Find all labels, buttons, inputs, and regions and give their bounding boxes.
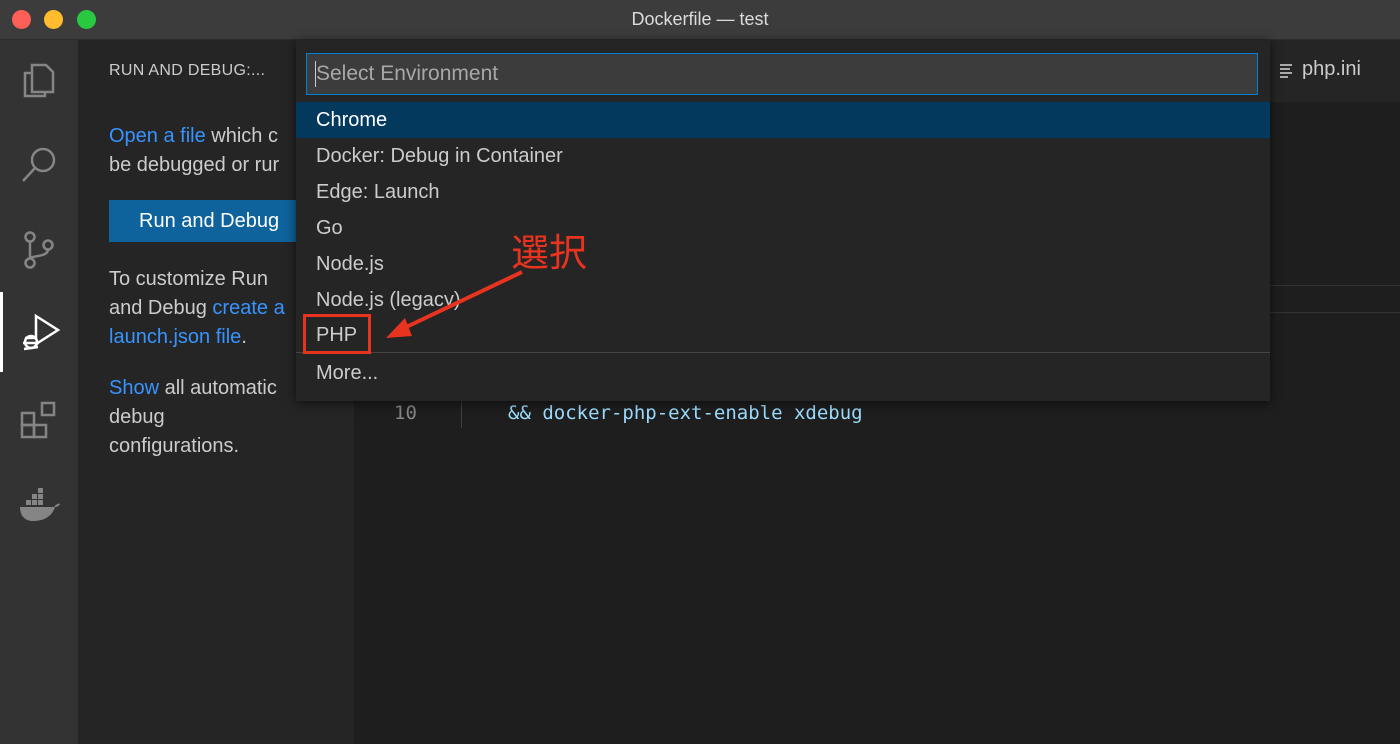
quick-pick-item-php[interactable]: PHP bbox=[296, 317, 1270, 353]
show-configs-line2: debug bbox=[109, 406, 165, 428]
title-bar: Dockerfile — test bbox=[0, 0, 1400, 40]
lines-icon bbox=[1280, 63, 1292, 78]
activity-explorer[interactable] bbox=[0, 40, 78, 120]
launch-json-link[interactable]: launch.json file bbox=[109, 326, 241, 348]
sidebar-title: RUN AND DEBUG:... bbox=[109, 62, 266, 79]
show-link[interactable]: Show bbox=[109, 377, 159, 399]
search-icon bbox=[22, 147, 56, 182]
window-title: Dockerfile — test bbox=[631, 9, 769, 29]
tab-php-ini[interactable]: php.ini bbox=[1278, 58, 1361, 81]
customize-prefix: and Debug bbox=[109, 297, 213, 319]
quick-pick-item-edge[interactable]: Edge: Launch bbox=[296, 174, 1270, 210]
annotation-highlight-box bbox=[303, 314, 371, 354]
run-debug-icon bbox=[22, 313, 60, 351]
line-number: 10 bbox=[394, 402, 417, 424]
activity-source-control[interactable] bbox=[0, 210, 78, 290]
show-text-rest: all automatic bbox=[159, 377, 277, 399]
activity-run-debug[interactable] bbox=[0, 292, 78, 372]
quick-pick-item-docker[interactable]: Docker: Debug in Container bbox=[296, 138, 1270, 174]
quick-pick-separator bbox=[296, 352, 1270, 353]
activity-docker[interactable] bbox=[0, 465, 78, 545]
select-environment-quick-pick: Chrome Docker: Debug in Container Edge: … bbox=[296, 40, 1270, 401]
create-launch-link[interactable]: create a bbox=[212, 297, 284, 319]
docker-icon bbox=[20, 488, 60, 521]
tab-label: php.ini bbox=[1302, 58, 1361, 80]
environment-search-input[interactable] bbox=[306, 53, 1258, 95]
text-cursor bbox=[315, 61, 316, 87]
activity-extensions[interactable] bbox=[0, 380, 78, 460]
open-file-link[interactable]: Open a file bbox=[109, 125, 206, 147]
editor-divider bbox=[1270, 312, 1400, 313]
quick-pick-item-nodejs-legacy[interactable]: Node.js (legacy) bbox=[296, 282, 1270, 318]
annotation-label: 選択 bbox=[511, 231, 588, 275]
activity-search[interactable] bbox=[0, 125, 78, 205]
open-file-text-rest: which c bbox=[205, 125, 278, 147]
show-configs-line3: configurations. bbox=[109, 435, 240, 457]
code-line[interactable]: && docker-php-ext-enable xdebug bbox=[508, 402, 863, 424]
indent-guide bbox=[461, 398, 462, 428]
source-control-icon bbox=[24, 231, 54, 269]
quick-pick-item-go[interactable]: Go bbox=[296, 210, 1270, 246]
editor-divider bbox=[1270, 285, 1400, 286]
quick-pick-item-nodejs[interactable]: Node.js bbox=[296, 246, 1270, 282]
explorer-icon bbox=[23, 63, 55, 98]
customize-suffix: . bbox=[241, 326, 247, 348]
extensions-icon bbox=[20, 401, 56, 439]
activity-bar bbox=[0, 40, 78, 744]
quick-pick-item-chrome[interactable]: Chrome bbox=[296, 102, 1270, 138]
quick-pick-item-more[interactable]: More... bbox=[296, 355, 1270, 391]
